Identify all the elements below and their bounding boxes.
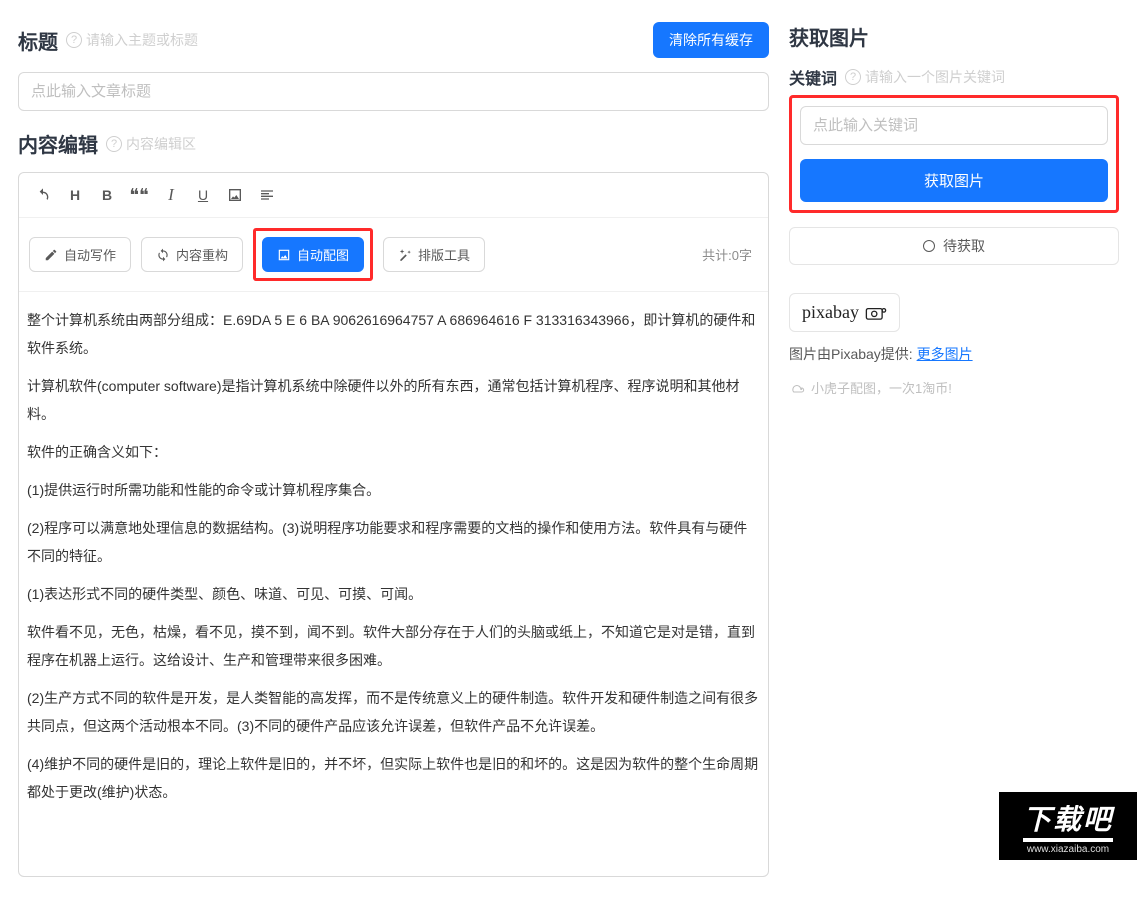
paragraph: 软件看不见，无色，枯燥，看不见，摸不到，闻不到。软件大部分存在于人们的头脑或纸上… xyxy=(27,618,760,674)
paragraph: (4)维护不同的硬件是旧的，理论上软件是旧的，并不坏，但实际上软件也是旧的和坏的… xyxy=(27,750,760,806)
camera-icon xyxy=(865,306,887,320)
editor-content[interactable]: 整个计算机系统由两部分组成：E.69DA 5 E 6 BA 9062616964… xyxy=(19,292,768,876)
action-toolbar: 自动写作 内容重构 自动配图 排版工具 共计:0字 xyxy=(19,218,768,292)
align-left-icon[interactable] xyxy=(253,181,281,209)
footer-note: 小虎子配图，一次1淘币! xyxy=(789,378,1119,397)
image-small-icon xyxy=(277,248,291,262)
editor-hint: ? 内容编辑区 xyxy=(106,134,196,154)
credit-line: 图片由Pixabay提供: 更多图片 xyxy=(789,344,1119,364)
quote-icon[interactable]: ❝❝ xyxy=(125,181,153,209)
get-image-button[interactable]: 获取图片 xyxy=(800,159,1108,202)
cloud-icon xyxy=(789,382,805,394)
paragraph: 计算机软件(computer software)是指计算机系统中除硬件以外的所有… xyxy=(27,372,760,428)
highlight-auto-image: 自动配图 xyxy=(253,228,373,281)
format-toolbar: H B ❝❝ I U xyxy=(19,173,768,218)
editor-label: 内容编辑 xyxy=(18,129,98,158)
title-header: 标题 ? 请输入主题或标题 清除所有缓存 xyxy=(18,22,769,58)
italic-icon[interactable]: I xyxy=(157,181,185,209)
editor-container: H B ❝❝ I U 自动写作 内容重构 xyxy=(18,172,769,877)
paragraph: (1)提供运行时所需功能和性能的命令或计算机程序集合。 xyxy=(27,476,760,504)
paragraph: 软件的正确含义如下： xyxy=(27,438,760,466)
clear-cache-button[interactable]: 清除所有缓存 xyxy=(653,22,769,58)
pending-status: 待获取 xyxy=(789,227,1119,265)
watermark: 下载吧 www.xiazaiba.com xyxy=(999,792,1137,860)
refresh-icon xyxy=(156,248,170,262)
title-hint: ? 请输入主题或标题 xyxy=(66,30,198,50)
undo-icon[interactable] xyxy=(29,181,57,209)
layout-tool-button[interactable]: 排版工具 xyxy=(383,237,485,272)
paragraph: (2)生产方式不同的软件是开发，是人类智能的高发挥，而不是传统意义上的硬件制造。… xyxy=(27,684,760,740)
question-icon: ? xyxy=(106,136,122,152)
keyword-label: 关键词 xyxy=(789,65,837,89)
auto-image-button[interactable]: 自动配图 xyxy=(262,237,364,272)
keyword-hint: ? 请输入一个图片关键词 xyxy=(845,67,1005,87)
image-icon[interactable] xyxy=(221,181,249,209)
heading-icon[interactable]: H xyxy=(61,181,89,209)
wand-icon xyxy=(398,248,412,262)
get-image-title: 获取图片 xyxy=(789,22,869,51)
keyword-input[interactable] xyxy=(800,106,1108,145)
more-images-link[interactable]: 更多图片 xyxy=(917,346,973,362)
auto-write-button[interactable]: 自动写作 xyxy=(29,237,131,272)
question-icon: ? xyxy=(845,69,861,85)
paragraph: 整个计算机系统由两部分组成：E.69DA 5 E 6 BA 9062616964… xyxy=(27,306,760,362)
title-label: 标题 xyxy=(18,26,58,55)
pixabay-logo: pixabay xyxy=(802,302,859,323)
pencil-icon xyxy=(44,248,58,262)
paragraph: (1)表达形式不同的硬件类型、颜色、味道、可见、可摸、可闻。 xyxy=(27,580,760,608)
word-count: 共计:0字 xyxy=(702,245,758,264)
circle-icon xyxy=(923,240,935,252)
title-input[interactable] xyxy=(18,72,769,111)
bold-icon[interactable]: B xyxy=(93,181,121,209)
question-icon: ? xyxy=(66,32,82,48)
paragraph: (2)程序可以满意地处理信息的数据结构。(3)说明程序功能要求和程序需要的文档的… xyxy=(27,514,760,570)
reconstruct-button[interactable]: 内容重构 xyxy=(141,237,243,272)
underline-icon[interactable]: U xyxy=(189,181,217,209)
provider-card: pixabay xyxy=(789,293,900,332)
highlight-keyword-area: 获取图片 xyxy=(789,95,1119,213)
